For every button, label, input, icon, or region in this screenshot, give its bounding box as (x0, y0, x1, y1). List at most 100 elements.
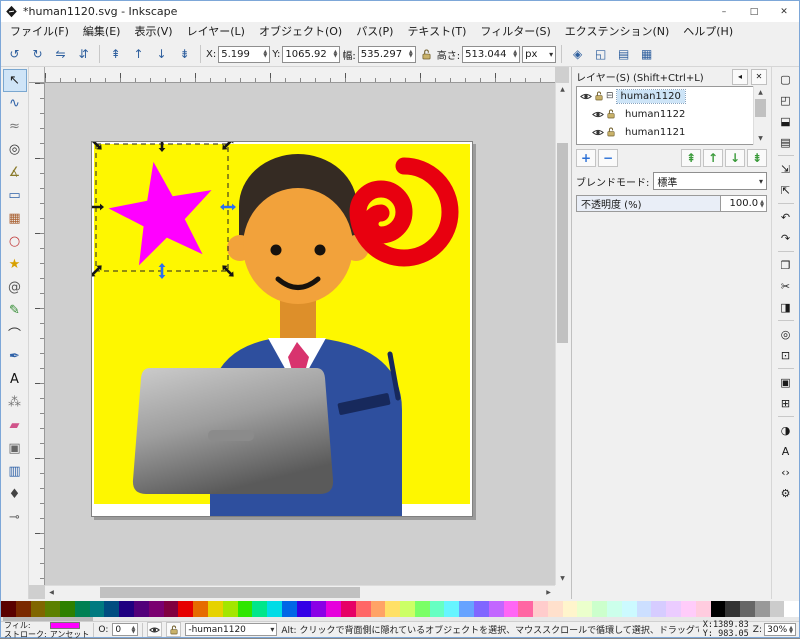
layer-name[interactable]: human1121 (621, 126, 689, 139)
group-button[interactable]: ⊞ (775, 393, 797, 413)
y-input[interactable]: 1065.92 (282, 46, 340, 63)
calligraphy-tool[interactable]: ✒ (3, 345, 27, 368)
spray-tool[interactable]: ⁂ (3, 391, 27, 414)
scroll-right-icon[interactable]: ▶ (542, 586, 555, 599)
panel-collapse-button[interactable]: ◂ (732, 69, 748, 85)
spinner[interactable] (760, 200, 764, 208)
palette-swatch[interactable] (16, 601, 31, 617)
eraser-tool[interactable]: ▰ (3, 414, 27, 437)
spinner[interactable] (409, 50, 413, 58)
layer-to-bottom-button[interactable]: ⇟ (747, 149, 767, 167)
palette-swatch[interactable] (341, 601, 356, 617)
menu-item[interactable]: ファイル(F) (3, 22, 76, 42)
drawing-canvas[interactable] (92, 142, 472, 516)
export-button[interactable]: ⇱ (775, 180, 797, 200)
opacity-slider[interactable]: 不透明度 (%) (576, 195, 721, 212)
scroll-up-icon[interactable]: ▲ (754, 86, 767, 99)
palette-swatch[interactable] (119, 601, 134, 617)
maximize-button[interactable]: □ (739, 1, 769, 22)
minimize-button[interactable]: – (709, 1, 739, 22)
spinner[interactable] (513, 50, 517, 58)
remove-layer-button[interactable]: − (598, 149, 618, 167)
flip-vertical-button[interactable]: ⇵ (73, 44, 94, 65)
palette-swatch[interactable] (297, 601, 312, 617)
menu-item[interactable]: パス(P) (349, 22, 400, 42)
palette-swatch[interactable] (371, 601, 386, 617)
palette-swatch[interactable] (711, 601, 726, 617)
palette-swatch[interactable] (504, 601, 519, 617)
palette-swatch[interactable] (444, 601, 459, 617)
fill-swatch[interactable] (50, 622, 80, 629)
palette-swatch[interactable] (577, 601, 592, 617)
palette-swatch[interactable] (518, 601, 533, 617)
opacity-input[interactable]: 100.0 (721, 195, 767, 212)
scale-stroke-toggle[interactable]: ◈ (567, 44, 588, 65)
palette-swatch[interactable] (45, 601, 60, 617)
box-3d-tool[interactable]: ▦ (3, 207, 27, 230)
spinner[interactable] (263, 50, 267, 58)
horizontal-scrollbar-thumb[interactable] (100, 587, 360, 598)
palette-swatch[interactable] (459, 601, 474, 617)
palette-swatch[interactable] (75, 601, 90, 617)
palette-swatch[interactable] (651, 601, 666, 617)
height-input[interactable]: 513.044 (462, 46, 520, 63)
fill-stroke-indicator[interactable]: フィル: ストローク: アンセット (4, 621, 89, 639)
palette-swatch[interactable] (134, 601, 149, 617)
palette-swatch[interactable] (681, 601, 696, 617)
preferences-button[interactable]: ⚙ (775, 483, 797, 503)
layers-scrollbar-thumb[interactable] (755, 99, 766, 117)
layer-visibility-toggle[interactable] (147, 622, 162, 637)
gradient-tool[interactable]: ▥ (3, 460, 27, 483)
palette-swatch[interactable] (548, 601, 563, 617)
palette-swatch[interactable] (770, 601, 785, 617)
blend-mode-select[interactable]: 標準 ▾ (653, 172, 767, 190)
copy-button[interactable]: ❐ (775, 255, 797, 275)
save-document-button[interactable]: ⬓ (775, 111, 797, 131)
palette-swatch[interactable] (282, 601, 297, 617)
lock-ratio-toggle[interactable] (418, 44, 435, 65)
palette-swatch[interactable] (489, 601, 504, 617)
palette-swatch[interactable] (385, 601, 400, 617)
connector-tool[interactable]: ⊸ (3, 506, 27, 529)
scroll-up-icon[interactable]: ▲ (556, 83, 569, 96)
zoom-page-button[interactable]: ⊡ (775, 345, 797, 365)
add-layer-button[interactable]: + (576, 149, 596, 167)
menu-item[interactable]: 編集(E) (76, 22, 128, 42)
panel-close-button[interactable]: ✕ (751, 69, 767, 85)
dropper-tool[interactable]: ♦ (3, 483, 27, 506)
spinner[interactable] (334, 50, 338, 58)
menu-item[interactable]: オブジェクト(O) (252, 22, 349, 42)
node-editor-tool[interactable]: ∿ (3, 92, 27, 115)
ellipse-tool[interactable]: ○ (3, 230, 27, 253)
zoom-input[interactable]: 30% (764, 623, 796, 636)
layer-to-top-button[interactable]: ⇞ (681, 149, 701, 167)
bezier-pen-tool[interactable]: ⌒ (3, 322, 27, 345)
measure-tool[interactable]: ∡ (3, 161, 27, 184)
spiral-tool[interactable]: @ (3, 276, 27, 299)
layers-list-scrollbar[interactable]: ▲ ▼ (753, 86, 767, 145)
layer-lock-toggle[interactable] (595, 91, 603, 101)
current-layer-select[interactable]: -human1120 ▾ (185, 623, 277, 636)
move-gradients-toggle[interactable]: ▤ (613, 44, 634, 65)
palette-swatch[interactable] (223, 601, 238, 617)
object-opacity-input[interactable]: 0 (112, 623, 138, 636)
layer-name[interactable]: human1120 (617, 90, 685, 103)
layer-row[interactable]: human1122 (577, 105, 766, 123)
menu-item[interactable]: テキスト(T) (400, 22, 473, 42)
pencil-tool[interactable]: ✎ (3, 299, 27, 322)
fill-stroke-dialog-button[interactable]: ◑ (775, 420, 797, 440)
scroll-left-icon[interactable]: ◀ (45, 586, 58, 599)
layer-visibility-toggle[interactable] (592, 128, 604, 137)
palette-swatch[interactable] (238, 601, 253, 617)
undo-button[interactable]: ↶ (775, 207, 797, 227)
layer-row[interactable]: ⊟ human1120 (577, 87, 766, 105)
palette-swatch[interactable] (164, 601, 179, 617)
new-document-button[interactable]: ▢ (775, 69, 797, 89)
layers-list[interactable]: ⊟ human1120 human1122 human1121 (576, 86, 767, 145)
palette-swatch[interactable] (592, 601, 607, 617)
vertical-scrollbar[interactable]: ▲ ▼ (555, 83, 569, 585)
lower-to-bottom-button[interactable]: ⇟ (174, 44, 195, 65)
raise-to-top-button[interactable]: ⇞ (105, 44, 126, 65)
palette-swatch[interactable] (267, 601, 282, 617)
palette-swatch[interactable] (607, 601, 622, 617)
